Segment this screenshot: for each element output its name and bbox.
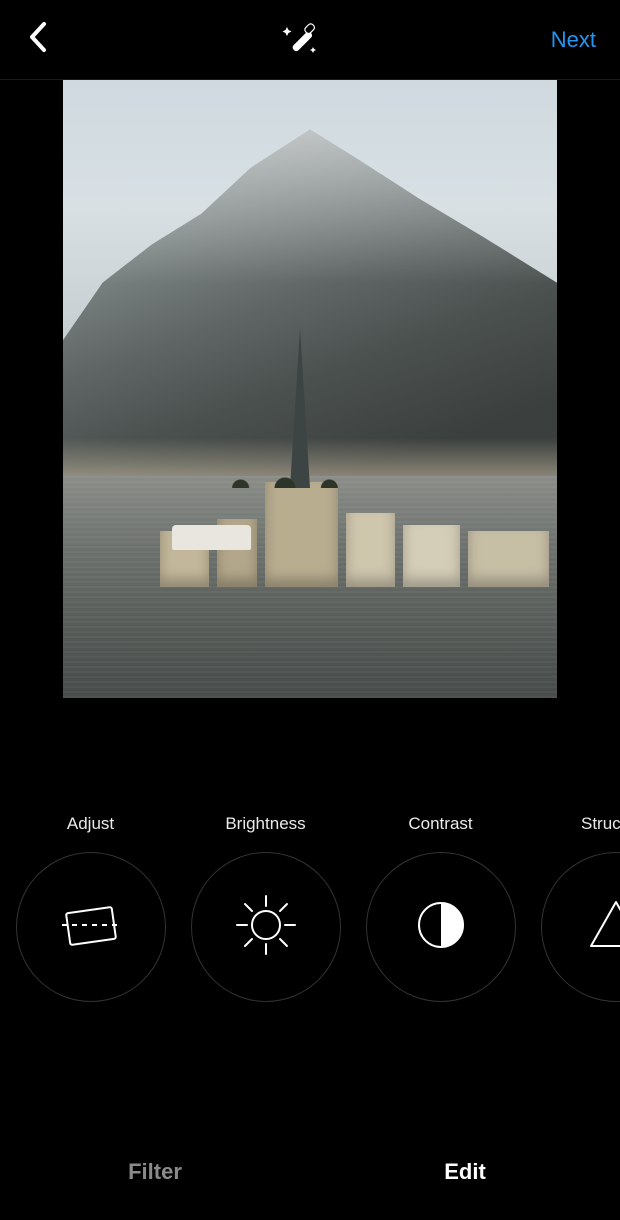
chevron-left-icon — [26, 20, 50, 59]
tool-button[interactable] — [16, 852, 166, 1002]
tool-button[interactable] — [366, 852, 516, 1002]
tool-label: Brightness — [225, 814, 305, 834]
auto-enhance-button[interactable] — [279, 18, 323, 62]
photo-preview[interactable] — [63, 80, 557, 698]
photo-canvas-area — [0, 80, 620, 698]
edit-tools-strip[interactable]: Adjust Brightness — [0, 814, 620, 1044]
brightness-icon — [231, 890, 301, 965]
magic-wand-icon — [281, 17, 321, 62]
tool-button[interactable] — [541, 852, 620, 1002]
tool-label: Contrast — [408, 814, 472, 834]
tool-adjust[interactable]: Adjust — [8, 814, 173, 1002]
tool-brightness[interactable]: Brightness — [183, 814, 348, 1002]
header-bar: Next — [0, 0, 620, 80]
tool-label: Adjust — [67, 814, 114, 834]
tab-edit[interactable]: Edit — [310, 1124, 620, 1220]
tool-label: Structure — [581, 814, 620, 834]
contrast-icon — [406, 890, 476, 965]
back-button[interactable] — [18, 20, 58, 60]
photo-edit-screen: Next Adjust — [0, 0, 620, 1220]
tool-structure[interactable]: Structure — [533, 814, 620, 1002]
adjust-icon — [56, 890, 126, 965]
structure-icon — [581, 890, 620, 965]
next-button[interactable]: Next — [545, 23, 602, 57]
tool-button[interactable] — [191, 852, 341, 1002]
tab-filter[interactable]: Filter — [0, 1124, 310, 1220]
tool-contrast[interactable]: Contrast — [358, 814, 523, 1002]
bottom-tabs: Filter Edit — [0, 1124, 620, 1220]
